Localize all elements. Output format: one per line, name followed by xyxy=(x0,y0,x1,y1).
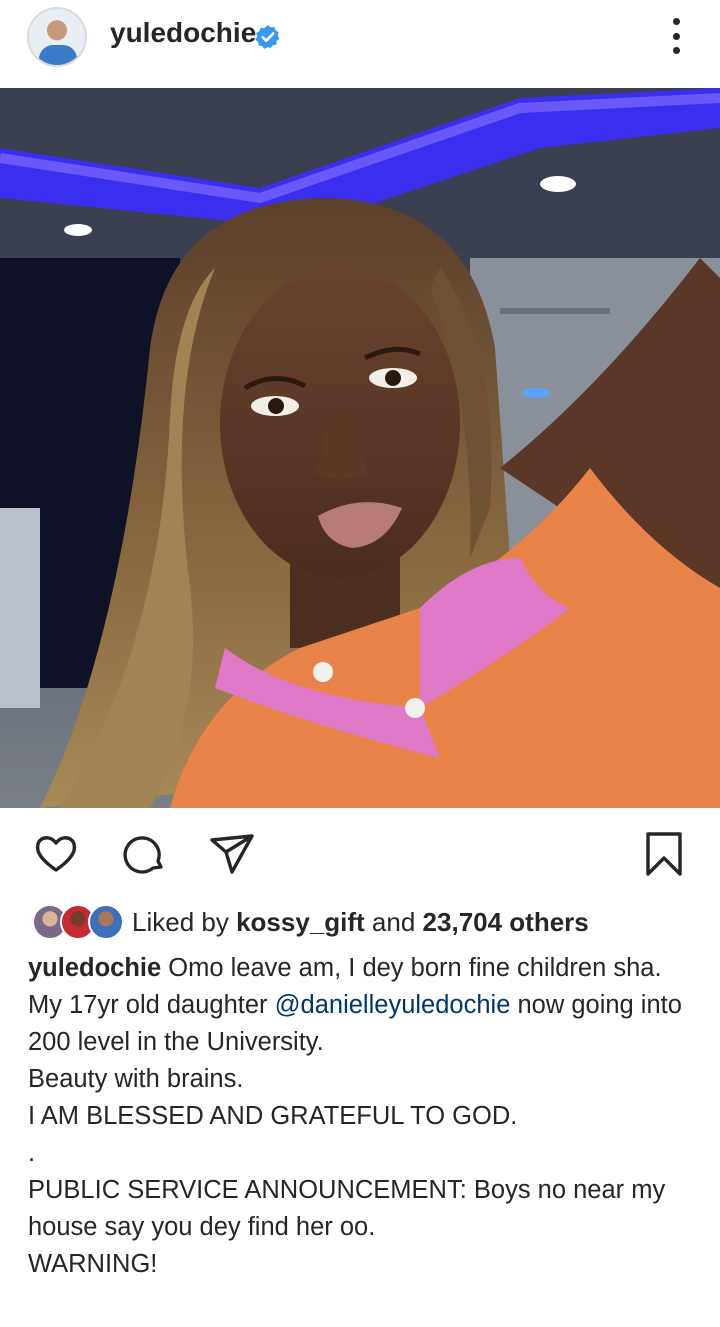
comment-icon[interactable] xyxy=(120,830,168,878)
post-header: yuledochie xyxy=(0,0,720,88)
likes-count[interactable]: 23,704 others xyxy=(423,907,589,938)
caption-line: Beauty with brains. xyxy=(28,1065,244,1093)
likes-middle: and xyxy=(371,906,416,937)
likes-summary[interactable]: Liked by kossy_gift and 23,704 others xyxy=(28,902,589,942)
caption-username[interactable]: yuledochie xyxy=(28,954,161,982)
liker-avatars xyxy=(28,902,132,942)
bookmark-icon[interactable] xyxy=(640,830,688,878)
post-username[interactable]: yuledochie xyxy=(110,17,256,49)
likes-prefix: Liked by xyxy=(132,906,229,937)
caption-line: My 17yr old daughter xyxy=(28,991,268,1019)
post-caption: yuledochie Omo leave am, I dey born fine… xyxy=(28,950,700,1283)
post-action-bar xyxy=(0,824,720,884)
caption-line: Omo leave am, I dey born fine children s… xyxy=(168,954,662,982)
caption-line: WARNING! xyxy=(28,1250,158,1278)
more-dot xyxy=(672,47,680,54)
caption-line: PUBLIC SERVICE ANNOUNCEMENT: Boys no nea… xyxy=(28,1176,666,1241)
caption-mention[interactable]: @danielleyuledochie xyxy=(275,991,511,1019)
more-dot xyxy=(672,32,680,40)
liker-username[interactable]: kossy_gift xyxy=(236,907,365,938)
avatar-figure xyxy=(39,45,77,65)
post-photo[interactable] xyxy=(0,88,720,808)
post-photo-illustration xyxy=(0,88,720,808)
heart-icon[interactable] xyxy=(32,830,80,878)
avatar xyxy=(88,904,124,940)
profile-avatar[interactable] xyxy=(27,7,87,67)
send-icon[interactable] xyxy=(208,830,256,878)
more-options-icon[interactable] xyxy=(664,18,688,54)
verified-badge-icon xyxy=(255,25,280,49)
caption-line: . xyxy=(28,1139,36,1167)
caption-line: I AM BLESSED AND GRATEFUL TO GOD. xyxy=(28,1102,518,1130)
more-dot xyxy=(672,18,680,25)
